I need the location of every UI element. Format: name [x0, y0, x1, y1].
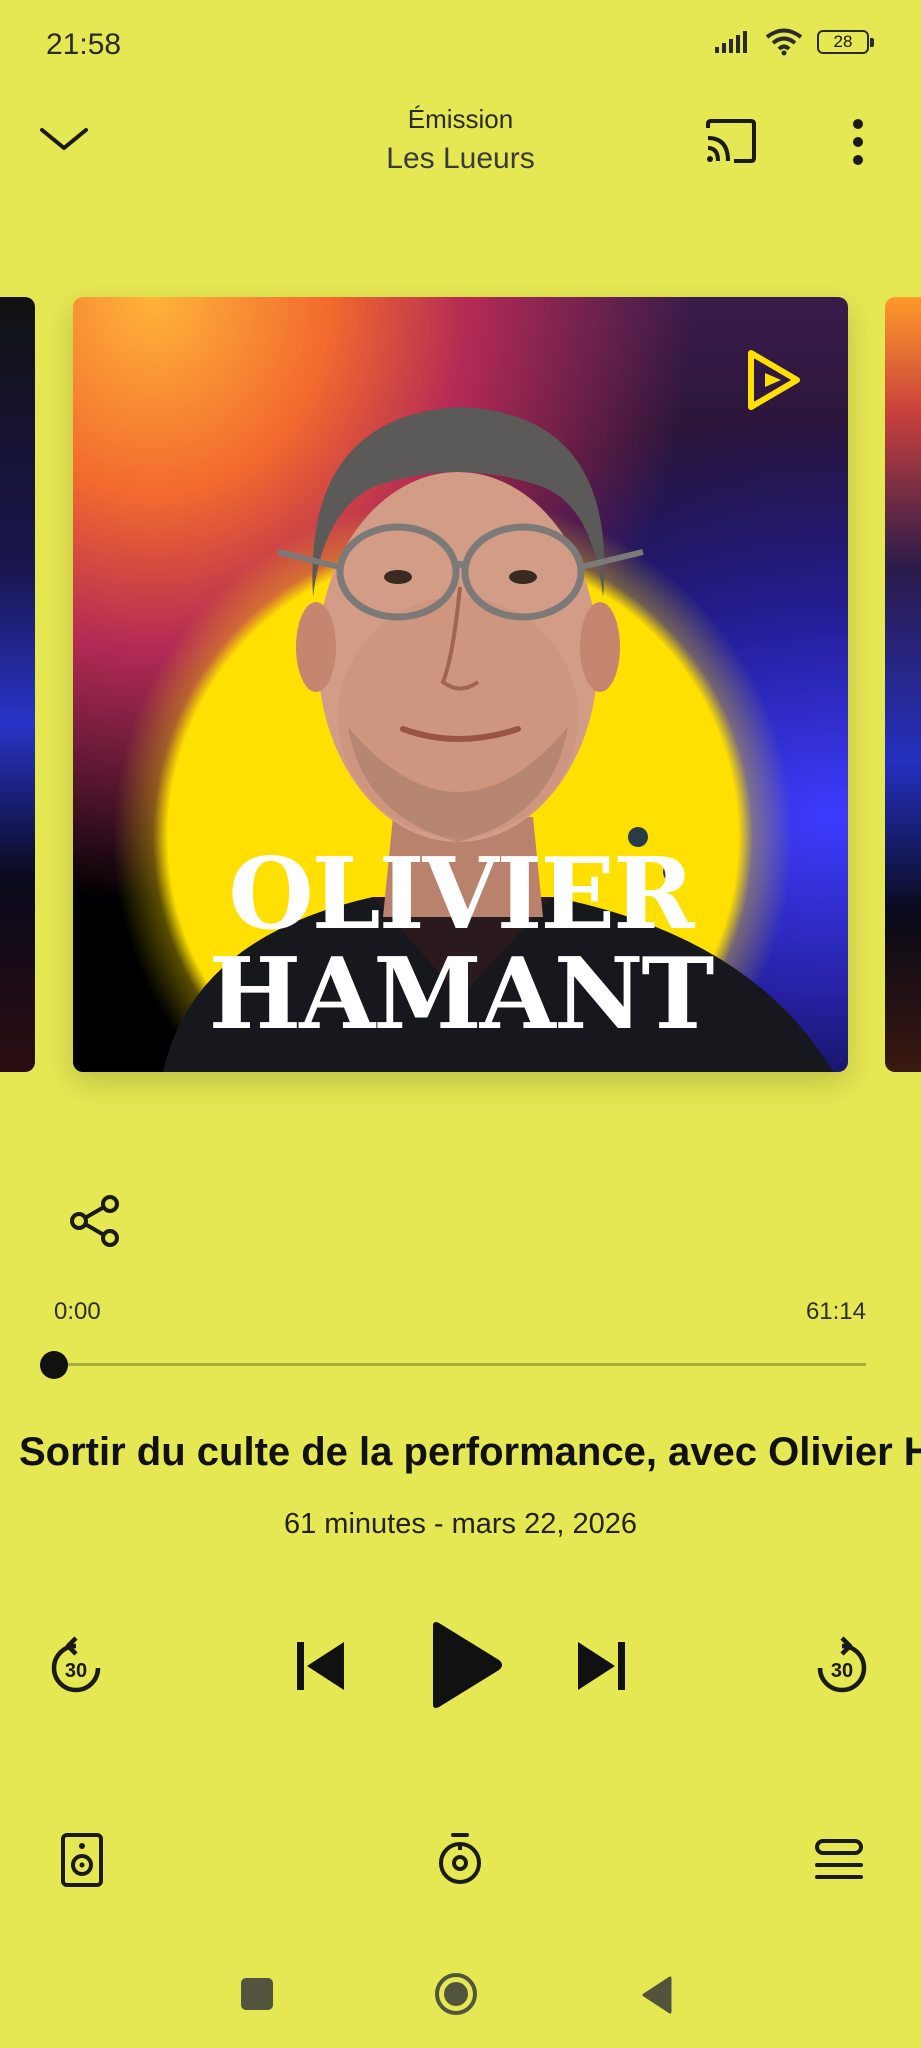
- queue-button[interactable]: [813, 1838, 865, 1882]
- logo-icon: [748, 350, 800, 410]
- skip-forward-label: 30: [831, 1660, 853, 1682]
- previous-button[interactable]: [290, 1636, 350, 1696]
- share-icon: [70, 1195, 119, 1247]
- wifi-icon: [765, 28, 803, 56]
- cast-button[interactable]: [704, 118, 758, 164]
- more-vert-icon: [853, 119, 863, 165]
- total-time: 61:14: [805, 1298, 866, 1325]
- battery-level: 28: [833, 32, 853, 51]
- episode-meta: 61 minutes - mars 22, 2026: [283, 1508, 637, 1540]
- current-time: 0:00: [54, 1298, 101, 1325]
- signal-icon: [715, 31, 747, 53]
- skip-next-icon: [578, 1642, 625, 1690]
- artwork-name-line2: HAMANT: [208, 937, 715, 1052]
- back-nav-button[interactable]: [642, 1976, 672, 2014]
- progress-track[interactable]: [54, 1363, 866, 1366]
- share-button[interactable]: [66, 1192, 124, 1250]
- sleep-timer-button[interactable]: [437, 1832, 483, 1886]
- next-button[interactable]: [572, 1636, 632, 1696]
- home-nav-button[interactable]: [434, 1972, 478, 2016]
- show-title[interactable]: Les Lueurs: [0, 142, 921, 176]
- skip-previous-icon: [297, 1642, 344, 1690]
- audio-output-button[interactable]: [60, 1832, 104, 1888]
- replay-30-icon: 30: [51, 1636, 101, 1693]
- skip-back-30-button[interactable]: 30: [46, 1636, 106, 1696]
- play-icon: [433, 1622, 502, 1708]
- header-subtitle: Émission: [407, 104, 514, 134]
- status-time: 21:58: [46, 28, 122, 61]
- forward-30-icon: 30: [817, 1636, 867, 1693]
- episode-title: Sortir du culte de la performance, avec …: [19, 1430, 921, 1474]
- battery-icon: 28: [817, 30, 874, 54]
- play-button[interactable]: [425, 1620, 505, 1710]
- skip-back-label: 30: [65, 1660, 87, 1682]
- next-episode-artwork[interactable]: [885, 297, 921, 1072]
- more-options-button[interactable]: [846, 118, 870, 166]
- previous-episode-artwork[interactable]: [0, 297, 35, 1072]
- recents-nav-button[interactable]: [241, 1978, 273, 2010]
- cast-icon: [706, 119, 756, 163]
- status-icons: 28: [715, 28, 874, 56]
- timer-icon: [439, 1833, 481, 1884]
- queue-icon: [815, 1839, 863, 1879]
- artwork-name-line1: OLIVIER: [228, 837, 694, 952]
- episode-artwork[interactable]: OLIVIER HAMANT: [73, 297, 848, 1072]
- back-triangle-icon: [642, 1976, 672, 2014]
- speaker-icon: [61, 1833, 103, 1887]
- home-circle-icon: [435, 1973, 477, 2015]
- skip-forward-30-button[interactable]: 30: [812, 1636, 872, 1696]
- progress-thumb[interactable]: [40, 1351, 68, 1379]
